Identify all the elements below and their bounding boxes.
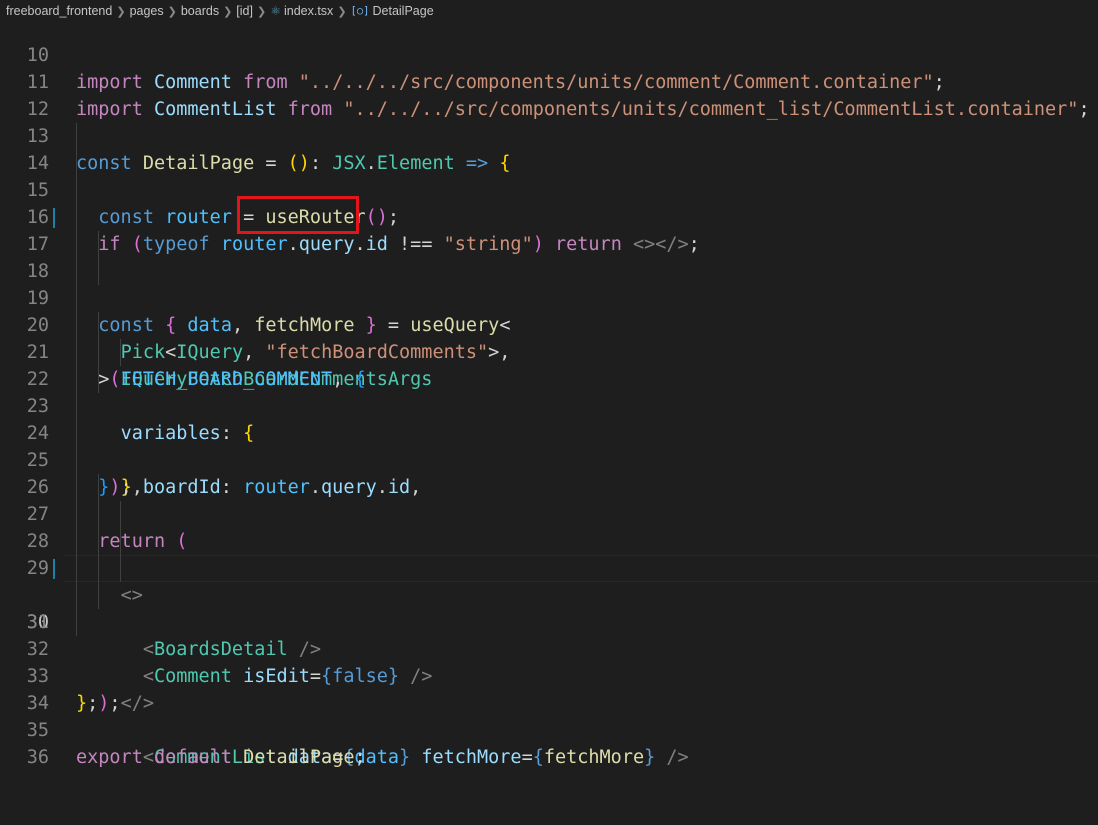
indent-guide [76,528,77,555]
indent-guide [76,447,77,474]
code-line: 32 ); [0,609,1098,714]
indent-guide [98,474,99,501]
code-line: 29 <Comment isEdit={false} /> [0,528,1098,687]
code-line: 10 import Comment from "../../../src/com… [0,15,1098,93]
indent-guide [76,285,77,312]
code-line: 15 if (typeof router.query.id !== "strin… [0,150,1098,255]
indent-guide [120,339,121,366]
code-line: 19 IQueryFetchBoardCommentsArgs [0,258,1098,390]
indent-guide [76,231,77,258]
code-line: 26 return ( [0,447,1098,552]
indent-guide [76,501,77,528]
line-number: 36 [26,747,49,768]
indent-guide [98,231,99,258]
indent-guide [120,528,121,555]
indent-guide [98,366,99,393]
current-line-highlight [64,555,1098,582]
code-line: 33 }; [0,636,1098,714]
indent-guide [98,258,99,285]
code-line: 17 const { data, fetchMore } = useQuery< [0,204,1098,336]
code-line: 35 export default DetailPage; [0,690,1098,768]
indent-guide [76,204,77,231]
indent-guide [76,582,77,609]
modified-line-marker[interactable] [53,208,55,228]
code-line: 36 [0,717,1098,768]
code-line: 14 const router = useRouter(); [0,123,1098,228]
indent-guide [120,501,121,528]
indent-guide [76,312,77,339]
indent-guide [98,528,99,555]
code-line: 31 </> [0,582,1098,714]
indent-guide [76,123,77,150]
indent-guide [76,258,77,285]
code-line: 23 }, [0,366,1098,498]
indent-guide [76,420,77,447]
code-text: export default DetailPage; [76,747,366,768]
code-line: 12 [0,69,1098,120]
code-line: 16 [0,177,1098,228]
indent-guide [98,501,99,528]
indent-guide [76,474,77,501]
code-line: 18 Pick<IQuery, "fetchBoardComments">, [0,231,1098,363]
code-line: 25 [0,420,1098,471]
indent-guide [76,339,77,366]
indent-guide [98,339,99,366]
indent-guide [98,555,99,582]
code-editor[interactable]: 10 import Comment from "../../../src/com… [0,15,1098,768]
indent-guide [76,177,77,204]
code-line-current: 30 <CommentList data={data} fetchMore={f… [0,555,1098,768]
code-line: 22 boardId: router.query.id, [0,339,1098,498]
indent-guide [76,555,77,582]
indent-guide [76,609,77,636]
annotation-highlight-box [237,196,359,234]
code-line: 13 const DetailPage = (): JSX.Element =>… [0,96,1098,174]
code-line: 11 import CommentList from "../../../src… [0,42,1098,120]
code-line: 24 }); [0,393,1098,498]
indent-guide [120,555,121,582]
code-line: 27 <> [0,474,1098,606]
code-line: 21 variables: { [0,312,1098,444]
indent-guide [98,312,99,339]
indent-guide [76,150,77,177]
code-line: 20 >(FETCH_BOARD_COMMENT, { [0,285,1098,390]
indent-guide [76,366,77,393]
code-line: 28 <BoardsDetail /> [0,501,1098,660]
code-line: 34 [0,663,1098,714]
modified-line-marker[interactable] [53,559,55,579]
indent-guide [98,582,99,609]
indent-guide [76,393,77,420]
